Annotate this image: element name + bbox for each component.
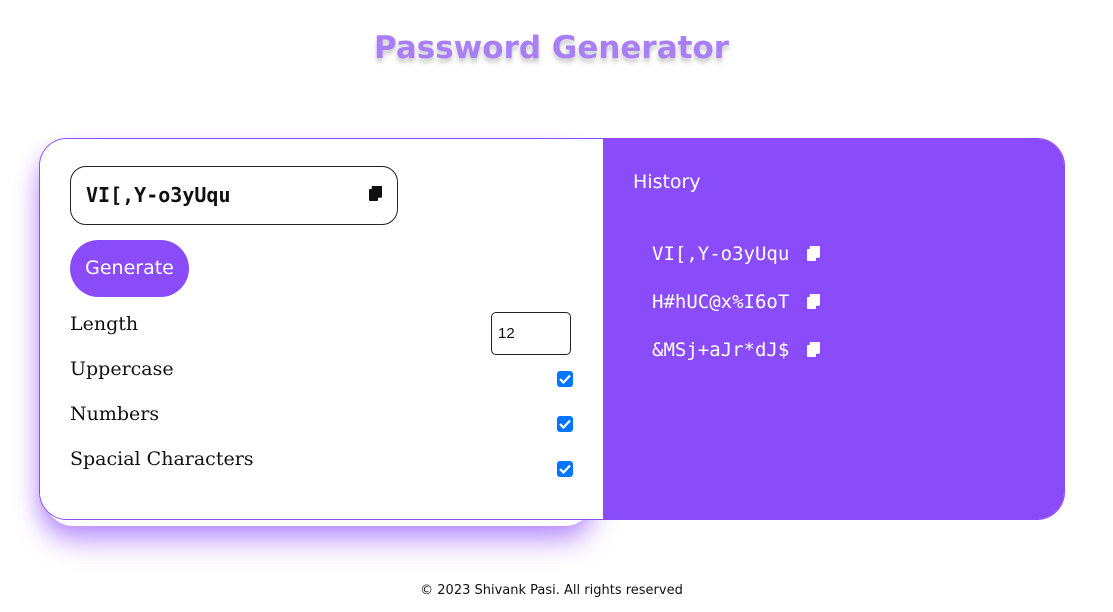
- copy-icon[interactable]: [369, 186, 382, 201]
- generator-panel: VI[,Y-o3yUqu Generate Length 12 Uppercas…: [40, 139, 603, 519]
- history-password: H#hUC@x%I6oT: [652, 291, 790, 313]
- history-password: &MSj+aJr*dJ$: [652, 339, 790, 361]
- copy-icon[interactable]: [807, 342, 821, 357]
- history-item: VI[,Y-o3yUqu: [652, 243, 821, 265]
- history-title: History: [633, 171, 701, 193]
- uppercase-checkbox[interactable]: [557, 371, 573, 387]
- footer-copyright: © 2023 Shivank Pasi. All rights reserved: [420, 583, 683, 598]
- numbers-label: Numbers: [70, 403, 160, 425]
- copy-icon[interactable]: [807, 246, 821, 261]
- history-panel: History VI[,Y-o3yUqu H#hUC@x%I6oT &MSj+a…: [603, 139, 1064, 519]
- password-display: VI[,Y-o3yUqu: [70, 166, 398, 225]
- uppercase-label: Uppercase: [70, 358, 174, 380]
- generate-button[interactable]: Generate: [70, 240, 189, 297]
- history-password: VI[,Y-o3yUqu: [652, 243, 790, 265]
- length-input[interactable]: 12: [491, 312, 571, 355]
- numbers-checkbox[interactable]: [557, 416, 573, 432]
- history-item: &MSj+aJr*dJ$: [652, 339, 821, 361]
- check-icon: [559, 464, 571, 474]
- special-characters-label: Spacial Characters: [70, 448, 254, 470]
- check-icon: [559, 419, 571, 429]
- length-label: Length: [70, 313, 139, 335]
- page-title: Password Generator: [373, 30, 730, 66]
- generator-card: VI[,Y-o3yUqu Generate Length 12 Uppercas…: [39, 138, 1065, 520]
- special-characters-checkbox[interactable]: [557, 461, 573, 477]
- check-icon: [559, 374, 571, 384]
- password-text: VI[,Y-o3yUqu: [86, 183, 231, 207]
- history-item: H#hUC@x%I6oT: [652, 291, 821, 313]
- copy-icon[interactable]: [807, 294, 821, 309]
